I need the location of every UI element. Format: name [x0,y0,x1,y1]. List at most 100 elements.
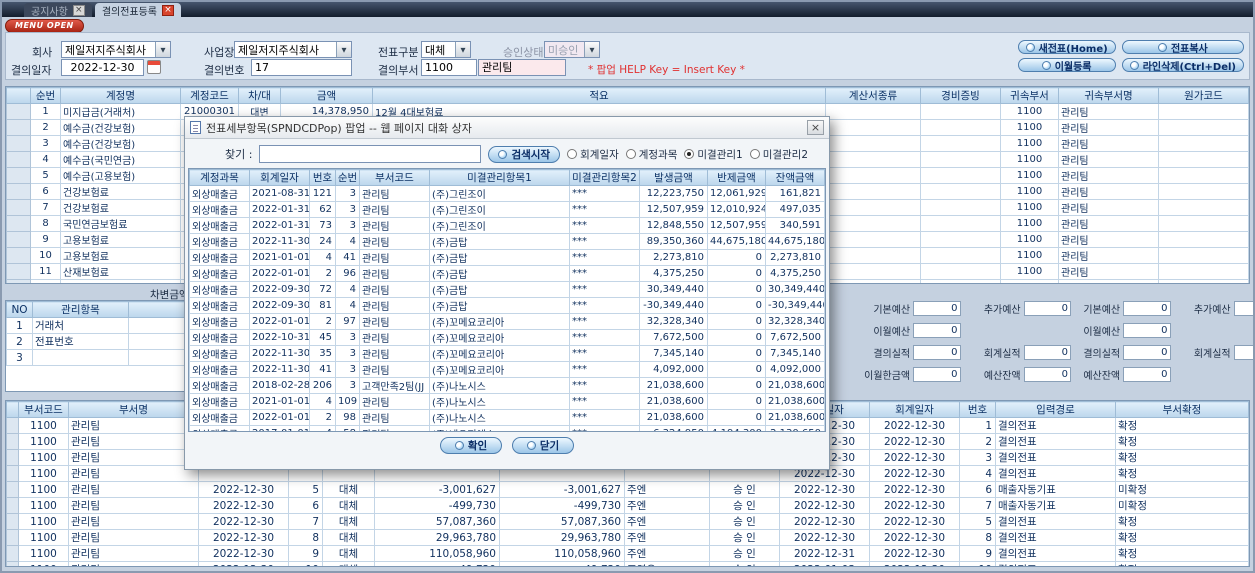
close-icon[interactable] [162,4,175,16]
cell-dept-code[interactable]: 1100 [1000,167,1059,184]
cell-cost-code[interactable] [1158,135,1249,152]
cell-expense-proof[interactable] [920,119,1001,136]
cell-dept-code[interactable]: 1100 [1000,247,1059,264]
cell-seq[interactable]: 3 [335,185,360,202]
cell-input-path[interactable]: 결의전표 [995,465,1116,482]
cell-balance-amount[interactable]: 2,273,810 [765,249,825,266]
cell-occurred-amount[interactable]: 30,349,440 [639,281,708,298]
row-selector-cell[interactable] [6,199,31,216]
cell-resolve-no[interactable]: 7 [288,513,323,530]
cell-approve-date[interactable]: 2022-12-31 [779,545,870,562]
cell-dept-code[interactable]: 1100 [18,545,69,562]
cell-resolve-no[interactable]: 10 [288,561,323,566]
cell-line-no[interactable]: 7 [30,199,61,216]
cell-open-mgmt-2[interactable]: *** [569,185,640,202]
cell-dept[interactable]: 관리팀 [359,425,430,431]
cell-balance-amount[interactable]: 161,821 [765,185,825,202]
cell-account-date[interactable]: 2022-12-30 [869,481,960,498]
row-selector-cell[interactable] [6,263,31,280]
cell-no[interactable]: 2 [309,313,336,330]
cell-line-no[interactable]: 11 [30,263,61,280]
cell-slip-no[interactable]: 1 [959,417,996,434]
cell-account-name[interactable]: 예수금(건강보험) [60,135,181,152]
row-selector-cell[interactable] [6,103,31,120]
cell-invoice-type[interactable] [825,215,921,232]
cell-writer[interactable]: 주엔 [624,529,710,546]
cell-dept-name[interactable]: 관리팀 [68,433,199,450]
cell-balance-amount[interactable]: -30,349,440 [765,297,825,314]
row-selector-cell[interactable] [6,513,19,530]
cell-dept[interactable]: 관리팀 [359,185,430,202]
cell-invoice-type[interactable] [825,103,921,120]
cell-amount-2[interactable]: 57,087,360 [499,513,625,530]
cell-dept-name[interactable]: 관리팀 [1058,119,1159,136]
cell-slip-no[interactable]: 7 [959,497,996,514]
cell-approve-status[interactable]: 승 인 [709,497,780,514]
cell-resolve-date[interactable]: 2022-12-30 [198,481,289,498]
cell-balance-amount[interactable]: 2,130,650 [765,425,825,431]
cell-invoice-type[interactable] [825,183,921,200]
tab-notice[interactable]: 공지사항 [24,3,92,18]
cell-dept[interactable]: 고객만족2팀(JJ [359,377,430,394]
cell-repaid-amount[interactable]: 0 [707,361,766,378]
table-row[interactable]: 외상매출금 2022-10-31 45 3 관리팀 (주)꼬메요코리아 *** … [189,329,825,346]
cell-expense-proof[interactable] [920,183,1001,200]
cell-open-mgmt-2[interactable]: *** [569,297,640,314]
cell-occurred-amount[interactable]: 21,038,600 [639,393,708,410]
cell-open-mgmt-2[interactable]: *** [569,265,640,282]
cell-balance-amount[interactable]: 7,672,500 [765,329,825,346]
cell-occurred-amount[interactable]: 32,328,340 [639,313,708,330]
company-select[interactable]: 제일저지주식회사 [61,41,171,58]
cell-amount-1[interactable]: 29,963,780 [374,529,500,546]
cell-mgmt-item[interactable] [32,349,129,366]
cell-open-mgmt-2[interactable]: *** [569,345,640,362]
cell-account[interactable]: 외상매출금 [189,361,250,378]
cell-dept[interactable]: 관리팀 [359,249,430,266]
cell-dept-confirm[interactable]: 확정 [1115,513,1249,530]
cell-no[interactable]: 73 [309,217,336,234]
popup-close-icon[interactable] [807,120,824,135]
cell-slip-type[interactable]: 대체 [322,481,375,498]
cell-dept[interactable]: 관리팀 [359,297,430,314]
cell-expense-proof[interactable] [920,135,1001,152]
cell-dept[interactable]: 관리팀 [359,361,430,378]
tab-voucher-entry[interactable]: 결의전표등록 [94,3,182,18]
cell-account[interactable]: 외상매출금 [189,345,250,362]
table-row[interactable]: 1100 관리팀 2022-12-30 6 대체 -499,730 -499,7… [6,497,1249,514]
cell-amount-2[interactable]: -499,730 [499,497,625,514]
cell-account-name[interactable]: 고용보험료 [60,231,181,248]
cell-dept[interactable]: 관리팀 [359,217,430,234]
cell-occurred-amount[interactable]: 12,848,550 [639,217,708,234]
cell-account[interactable]: 외상매출금 [189,249,250,266]
cell-occurred-amount[interactable]: 4,375,250 [639,265,708,282]
cell-seq[interactable]: 3 [335,361,360,378]
cell-amount-1[interactable]: 49,720 [374,561,500,566]
cell-no[interactable]: 2 [309,409,336,426]
cell-dept-code[interactable]: 1100 [1000,231,1059,248]
cell-resolve-date[interactable]: 2022-12-30 [198,545,289,562]
cell-dept[interactable]: 관리팀 [359,393,430,410]
cell-slip-type[interactable]: 대체 [322,561,375,566]
row-selector-cell[interactable] [6,215,31,232]
cell-account-date[interactable]: 2022-09-30 [249,297,310,314]
cell-account[interactable]: 외상매출금 [189,313,250,330]
cell-dept-name[interactable]: 관리팀 [68,545,199,562]
cell-input-path[interactable]: 결의전표 [995,449,1116,466]
cell-occurred-amount[interactable]: 7,672,500 [639,329,708,346]
cell-repaid-amount[interactable]: 44,675,180 [707,233,766,250]
cell-seq[interactable]: 58 [335,425,360,431]
cell-seq[interactable]: 3 [335,201,360,218]
cell-dept-name[interactable]: 관리팀 [68,513,199,530]
table-row[interactable]: 1100 관리팀 2022-12-30 5 대체 -3,001,627 -3,0… [6,481,1249,498]
cell-account[interactable]: 외상매출금 [189,377,250,394]
cell-open-mgmt-2[interactable]: *** [569,425,640,431]
cell-dept-code[interactable]: 1100 [1000,183,1059,200]
chevron-down-icon[interactable] [455,42,470,57]
cell-account-name[interactable]: 예수금(고용보험) [60,279,181,283]
cell-seq[interactable]: 3 [335,345,360,362]
cell-balance-amount[interactable]: 30,349,440 [765,281,825,298]
cell-repaid-amount[interactable]: 0 [707,281,766,298]
cell-dept-name[interactable]: 관리팀 [68,529,199,546]
cell-account-date[interactable]: 2022-12-30 [869,529,960,546]
row-selector-cell[interactable] [6,279,31,283]
